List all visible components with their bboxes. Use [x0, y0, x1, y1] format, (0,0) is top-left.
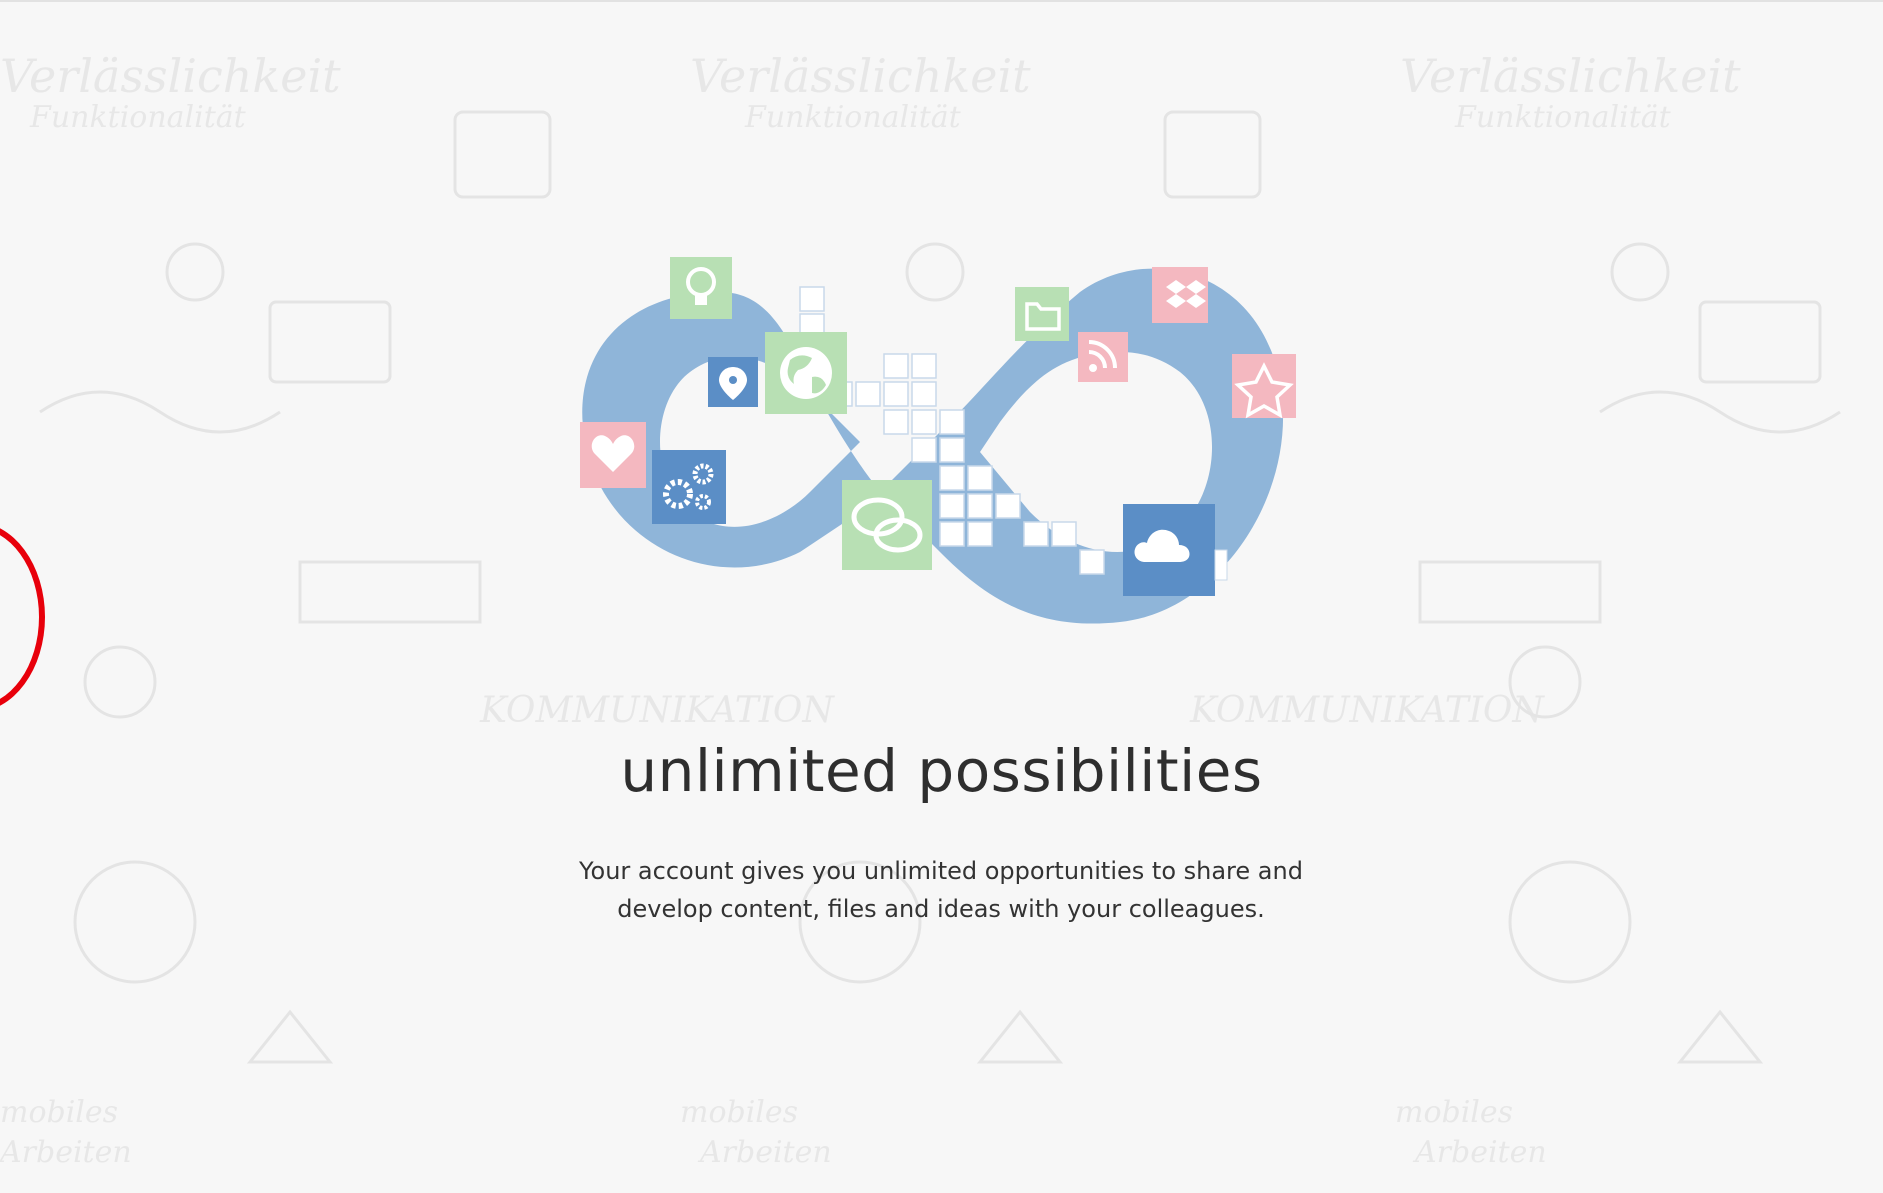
dropbox-icon	[1152, 267, 1208, 323]
location-pin-icon	[708, 357, 758, 407]
bg-word-reliability-1: Verlässlichkeit	[0, 49, 341, 103]
bg-word-reliability-3: Verlässlichkeit	[1400, 49, 1741, 103]
heart-icon	[580, 422, 646, 488]
bg-word-functionality-3: Funktionalität	[1454, 100, 1672, 135]
gears-icon	[652, 450, 726, 524]
bg-word-communication-1: KOMMUNIKATION	[479, 690, 835, 731]
rss-icon	[1078, 332, 1128, 382]
folder-icon	[1015, 287, 1069, 341]
bg-word-communication-2: KOMMUNIKATION	[1189, 690, 1545, 731]
bg-word-working-1: Arbeiten	[0, 1135, 132, 1170]
page-description: Your account gives you unlimited opportu…	[541, 852, 1341, 928]
lightbulb-icon	[670, 257, 732, 319]
star-icon	[1232, 354, 1296, 419]
bg-word-mobile-3: mobiles	[1395, 1095, 1513, 1130]
bg-word-functionality-2: Funktionalität	[744, 100, 962, 135]
infinity-illustration	[580, 257, 1296, 624]
globe-icon	[765, 332, 847, 414]
description-line-1: Your account gives you unlimited opportu…	[579, 857, 1303, 885]
bg-word-mobile-2: mobiles	[680, 1095, 798, 1130]
chat-bubbles-icon	[842, 480, 932, 570]
bg-word-functionality-1: Funktionalität	[29, 100, 247, 135]
bg-word-working-2: Arbeiten	[697, 1135, 832, 1170]
description-line-2: develop content, files and ideas with yo…	[617, 895, 1265, 923]
page-title: unlimited possibilities	[620, 737, 1263, 805]
bg-word-reliability-2: Verlässlichkeit	[690, 49, 1031, 103]
welcome-page: Verlässlichkeit Verlässlichkeit Verlässl…	[0, 0, 1883, 1193]
cloud-icon	[1123, 504, 1228, 596]
bg-word-mobile-1: mobiles	[0, 1095, 118, 1130]
bg-word-working-3: Arbeiten	[1412, 1135, 1547, 1170]
